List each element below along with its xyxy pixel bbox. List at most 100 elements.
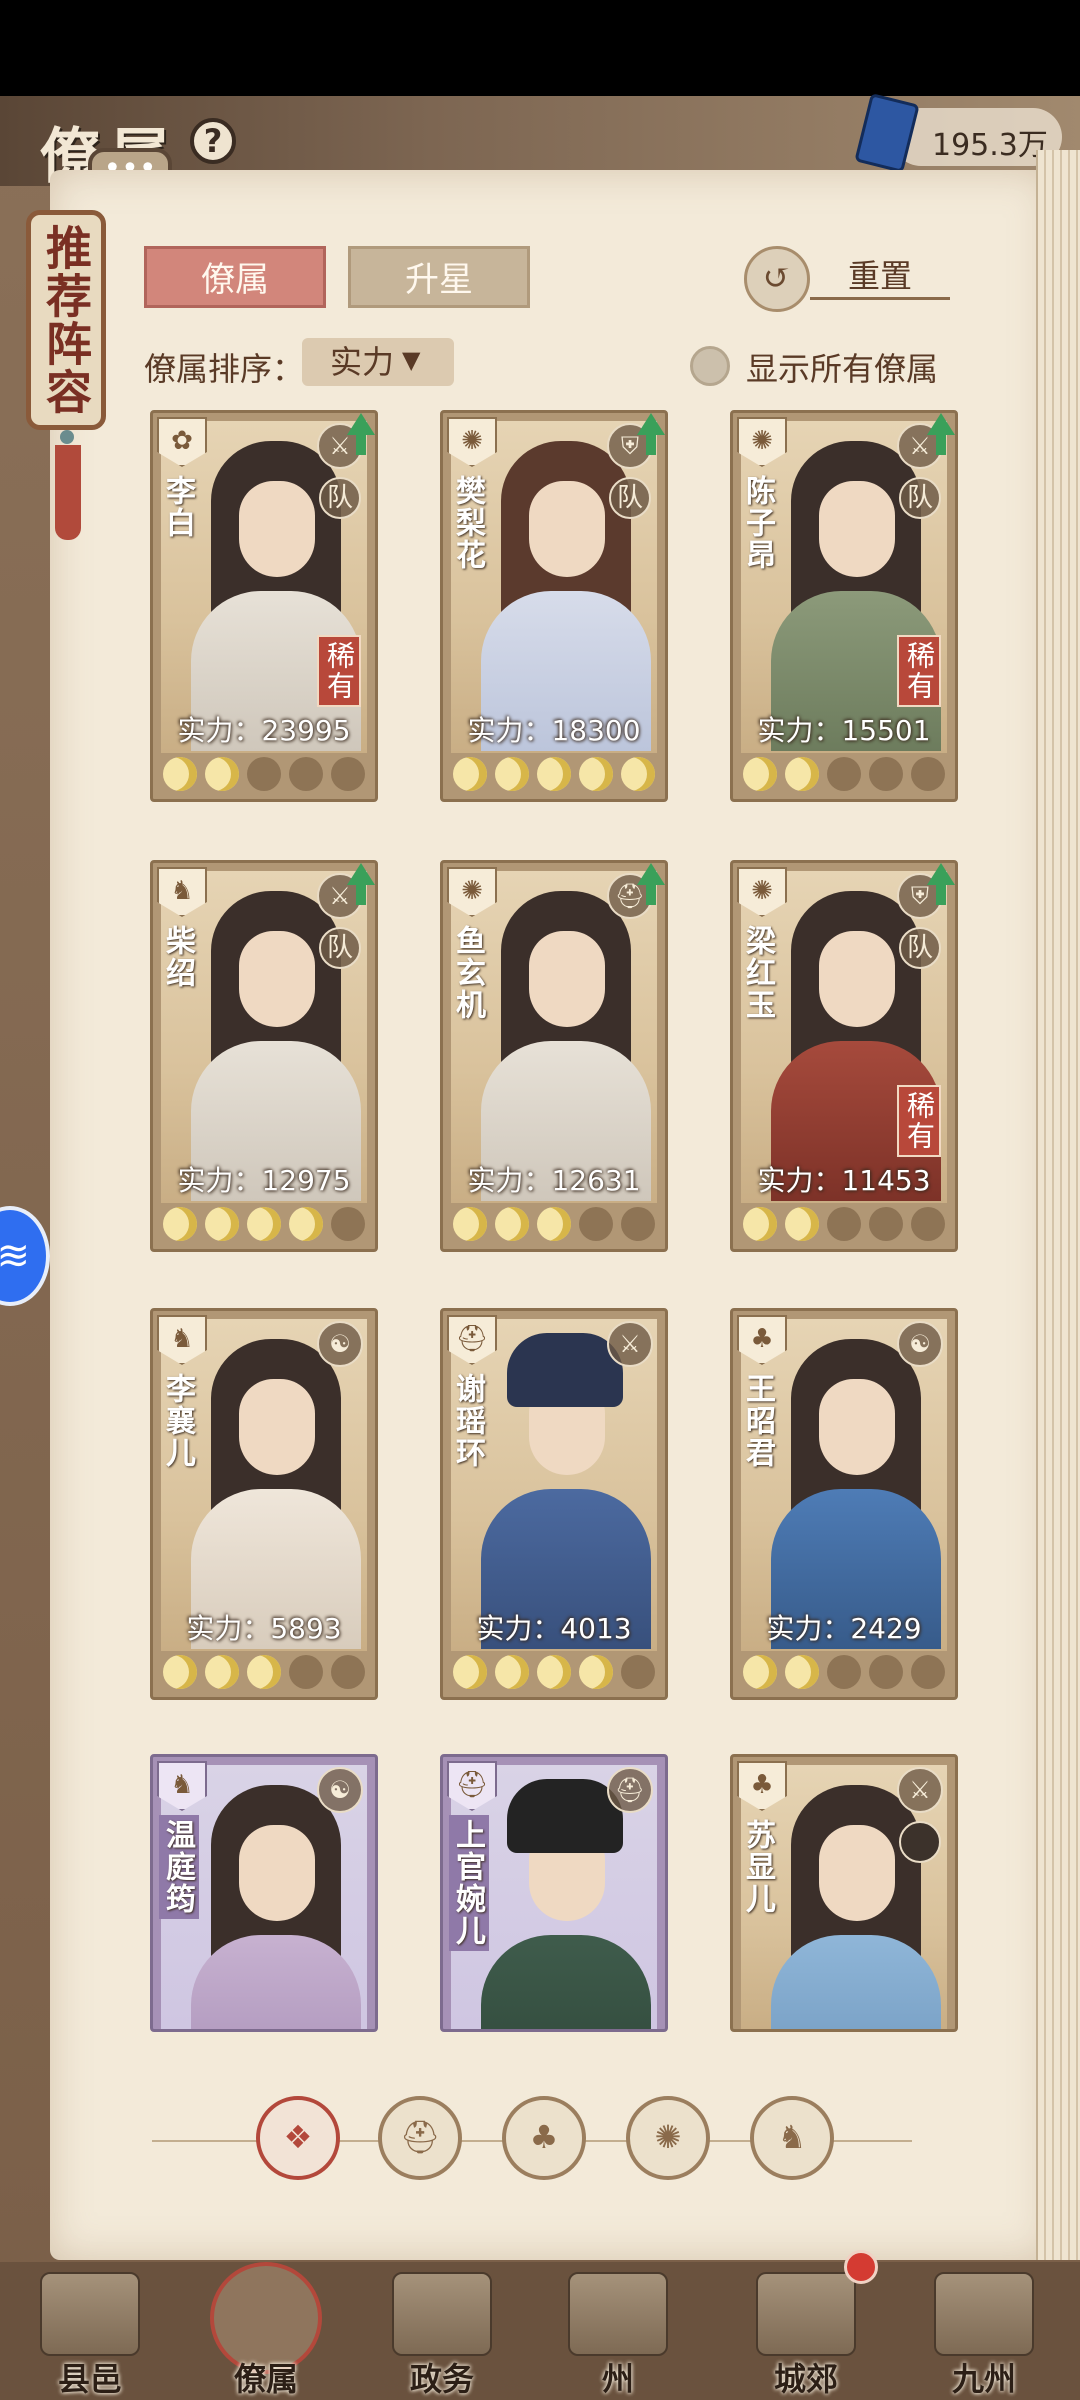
filter-all-icon[interactable]: ❖	[256, 2096, 340, 2180]
nav-suburbs[interactable]: 城郊	[736, 2266, 876, 2398]
card-name: 苏显儿	[740, 1819, 775, 1915]
star-icon	[163, 757, 197, 791]
nav-affairs[interactable]: 政务	[372, 2266, 512, 2398]
star-icon	[205, 1207, 239, 1241]
portrait-face	[239, 1379, 315, 1475]
helmet-icon: ⛑	[607, 1767, 653, 1813]
avatar	[899, 1821, 941, 1863]
star-icon	[289, 1655, 323, 1689]
star-icon	[331, 1655, 365, 1689]
upgrade-arrow-stem	[936, 433, 946, 455]
card-name: 梁红玉	[740, 925, 775, 1021]
filter-cat-icon[interactable]: ♣	[502, 2096, 586, 2180]
subordinate-card[interactable]: ♞ 温庭筠 ☯	[150, 1754, 378, 2032]
star-icon	[495, 1207, 529, 1241]
team-badge: 队	[319, 927, 361, 969]
subordinate-card[interactable]: ♞ 柴绍 ⚔ 队 实力：12975	[150, 860, 378, 1252]
card-name: 上官婉儿	[449, 1815, 489, 1951]
subordinate-card[interactable]: ✺ 樊梨花 ⛨ 队 实力：18300	[440, 410, 668, 802]
card-name: 陈子昂	[740, 475, 775, 571]
nav-label: 县邑	[57, 2360, 122, 2398]
recommended-lineup-banner[interactable]: 推荐阵容	[26, 210, 106, 430]
subordinate-card[interactable]: ♣ 苏显儿 ⚔	[730, 1754, 958, 2032]
reset-icon[interactable]: ↺	[744, 246, 810, 312]
nav-prefecture[interactable]: 州	[548, 2266, 688, 2398]
yin-yang-icon: ☯	[317, 1767, 363, 1813]
power-value: 实力：2429	[766, 1612, 922, 1645]
star-icon	[537, 1207, 571, 1241]
subordinate-card[interactable]: ⛑ 谢瑶环 ⚔ 实力：4013	[440, 1308, 668, 1700]
upgrade-arrow-stem	[646, 883, 656, 905]
nav-nine-provinces[interactable]: 九州	[914, 2266, 1054, 2398]
nav-subordinates[interactable]: 僚属	[196, 2262, 336, 2398]
nav-label: 九州	[951, 2360, 1016, 2398]
card-name: 谢瑶环	[450, 1373, 485, 1469]
star-icon	[163, 1207, 197, 1241]
tab-subordinates[interactable]: 僚属	[144, 246, 326, 308]
nav-county[interactable]: 县邑	[20, 2266, 160, 2398]
star-icon	[205, 1655, 239, 1689]
subordinate-card[interactable]: ♞ 李襄儿 ☯ 实力：5893	[150, 1308, 378, 1700]
upgrade-arrow-icon	[637, 863, 665, 885]
portrait-face	[239, 931, 315, 1027]
star-icon	[827, 1655, 861, 1689]
star-icon	[785, 1207, 819, 1241]
faction-filter-row: ❖ ⛑ ♣ ✺ ♞	[152, 2096, 912, 2186]
star-icon	[247, 757, 281, 791]
portrait-face	[529, 481, 605, 577]
star-icon	[743, 1207, 777, 1241]
tab-star-up[interactable]: 升星	[348, 246, 530, 308]
card-name: 王昭君	[740, 1373, 775, 1469]
reset-button[interactable]: 重置	[810, 252, 950, 300]
power-value: 实力：11453	[757, 1164, 931, 1197]
card-name: 樊梨花	[450, 475, 485, 571]
star-row	[743, 1207, 945, 1243]
card-name: 柴绍	[160, 925, 195, 989]
filter-helmet-icon[interactable]: ⛑	[378, 2096, 462, 2180]
currency-value: 195.3万	[932, 128, 1048, 163]
portrait-hat	[507, 1333, 623, 1407]
sort-dropdown[interactable]: 实力	[302, 338, 454, 386]
help-icon[interactable]: ?	[190, 118, 236, 164]
star-icon	[537, 1655, 571, 1689]
star-icon	[537, 757, 571, 791]
status-bar	[0, 0, 1080, 96]
subordinate-card[interactable]: ✺ 梁红玉 ⛨ 队 稀有 实力：11453	[730, 860, 958, 1252]
subordinate-card[interactable]: ⛑ 上官婉儿 ⛑	[440, 1754, 668, 2032]
portrait-face	[819, 481, 895, 577]
rare-tag: 稀有	[317, 635, 361, 707]
filter-fan-icon[interactable]: ✺	[626, 2096, 710, 2180]
star-row	[453, 1655, 655, 1691]
star-row	[163, 757, 365, 793]
star-icon	[163, 1655, 197, 1689]
star-icon	[331, 1207, 365, 1241]
notification-dot	[844, 2250, 878, 2284]
portrait-face	[239, 1825, 315, 1921]
subordinate-card[interactable]: ✺ 陈子昂 ⚔ 队 稀有 实力：15501	[730, 410, 958, 802]
portrait-face	[529, 931, 605, 1027]
rare-tag: 稀有	[897, 1085, 941, 1157]
team-badge: 队	[899, 477, 941, 519]
subordinate-card[interactable]: ♣ 王昭君 ☯ 实力：2429	[730, 1308, 958, 1700]
star-icon	[827, 757, 861, 791]
mountain-pavilion-icon	[568, 2272, 668, 2356]
portrait-face	[819, 931, 895, 1027]
show-all-toggle[interactable]	[690, 346, 730, 386]
portrait-face	[819, 1825, 895, 1921]
team-badge: 队	[609, 477, 651, 519]
filter-lion-icon[interactable]: ♞	[750, 2096, 834, 2180]
rare-tag: 稀有	[897, 635, 941, 707]
star-icon	[869, 1655, 903, 1689]
upgrade-arrow-icon	[637, 413, 665, 435]
star-icon	[911, 1207, 945, 1241]
star-row	[163, 1207, 365, 1243]
documents-icon	[392, 2272, 492, 2356]
card-name: 鱼玄机	[450, 925, 485, 1021]
book-page-edge	[1036, 150, 1080, 2260]
star-icon	[579, 1207, 613, 1241]
subordinate-card[interactable]: ✿ 李白 ⚔ 队 稀有 实力：23995	[150, 410, 378, 802]
power-value: 实力：5893	[186, 1612, 342, 1645]
sort-label: 僚属排序：	[144, 350, 305, 388]
subordinate-card[interactable]: ✺ 鱼玄机 ⛑ 实力：12631	[440, 860, 668, 1252]
star-icon	[621, 757, 655, 791]
